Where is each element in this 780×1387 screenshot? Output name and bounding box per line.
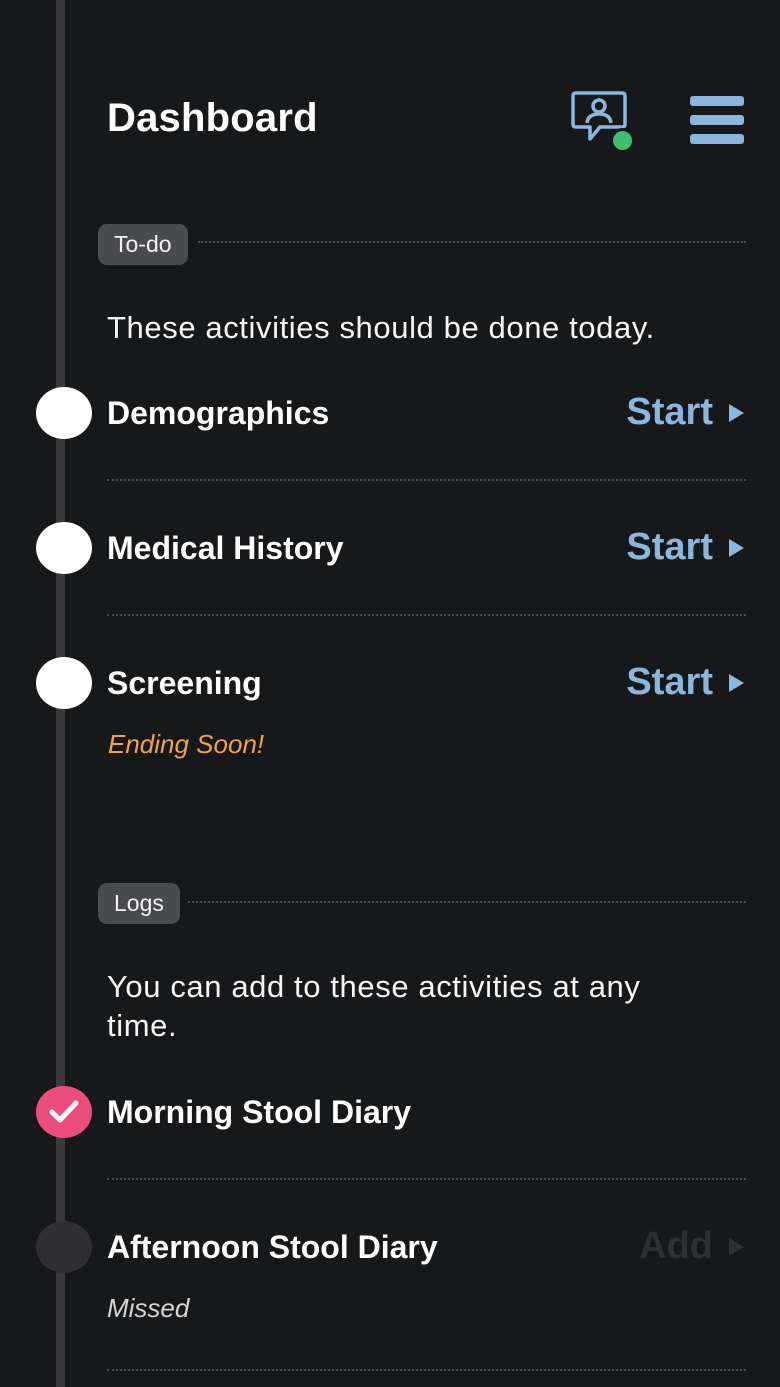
activity-name[interactable]: Morning Stool Diary [107, 1094, 411, 1131]
row-divider [107, 1369, 746, 1371]
timeline-node-pending [36, 522, 92, 574]
menu-button[interactable] [690, 94, 744, 146]
page-title: Dashboard [107, 96, 318, 140]
todo-section-tag: To-do [98, 224, 188, 265]
activity-name: Afternoon Stool Diary [107, 1229, 438, 1265]
play-arrow-icon [729, 538, 744, 557]
action-label: Start [626, 391, 713, 433]
start-medical-history-button[interactable]: Start [626, 526, 744, 569]
dashboard-screen: Dashboard To-do These activities should … [0, 0, 780, 1387]
online-status-dot [610, 128, 635, 153]
missed-note: Missed [107, 1293, 190, 1323]
play-arrow-icon [729, 1237, 744, 1256]
action-label: Start [626, 661, 713, 703]
action-label: Add [639, 1225, 713, 1267]
section-divider [188, 901, 746, 903]
activity-name: Medical History [107, 530, 344, 566]
start-screening-button[interactable]: Start [626, 661, 744, 704]
timeline-node-completed [36, 1086, 92, 1138]
timeline-node-missed [36, 1221, 92, 1273]
checkmark-icon [49, 1100, 79, 1123]
row-divider [107, 1178, 746, 1180]
play-arrow-icon [729, 403, 744, 422]
section-divider [198, 241, 746, 243]
activity-name: Demographics [107, 395, 330, 431]
action-label: Start [626, 526, 713, 568]
row-divider [107, 614, 746, 616]
timeline-node-pending [36, 657, 92, 709]
start-demographics-button[interactable]: Start [626, 391, 744, 434]
logs-section-tag: Logs [98, 883, 180, 924]
row-divider [107, 479, 746, 481]
timeline-node-pending [36, 387, 92, 439]
todo-description: These activities should be done today. [107, 310, 655, 345]
add-afternoon-diary-button[interactable]: Add [639, 1225, 744, 1268]
play-arrow-icon [729, 673, 744, 692]
logs-description: You can add to these activities at any t… [107, 969, 641, 1043]
activity-name: Screening [107, 665, 262, 701]
ending-soon-note: Ending Soon! [108, 729, 265, 759]
